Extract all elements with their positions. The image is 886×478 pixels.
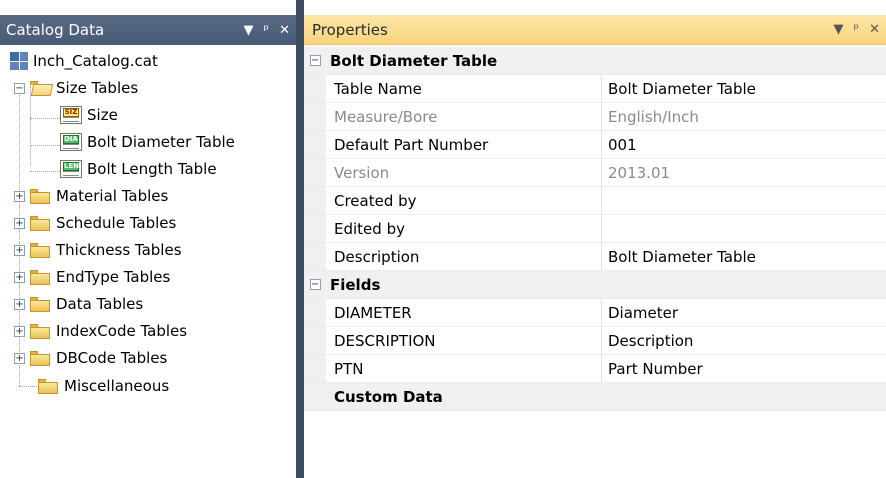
folder-icon bbox=[29, 323, 51, 340]
property-value[interactable]: Bolt Diameter Table bbox=[602, 243, 886, 270]
category-row[interactable]: − Bolt Diameter Table bbox=[304, 47, 886, 75]
collapse-icon[interactable]: − bbox=[309, 279, 321, 290]
property-name: Default Part Number bbox=[326, 131, 602, 158]
folder-icon bbox=[29, 188, 51, 205]
folder-icon bbox=[29, 242, 51, 259]
collapse-icon[interactable]: − bbox=[309, 55, 321, 66]
tree-item-folder[interactable]: + Thickness Tables bbox=[14, 237, 182, 263]
tree-item-folder[interactable]: + Data Tables bbox=[14, 291, 143, 317]
property-row[interactable]: Measure/Bore English/Inch bbox=[304, 103, 886, 131]
expand-icon[interactable]: + bbox=[14, 217, 25, 229]
category-row[interactable]: − Fields bbox=[304, 271, 886, 299]
tree-item-folder[interactable]: + IndexCode Tables bbox=[14, 318, 187, 344]
folder-icon bbox=[29, 296, 51, 313]
open-folder-icon bbox=[29, 80, 54, 97]
properties-title: Properties bbox=[312, 20, 388, 39]
category-row[interactable]: Custom Data bbox=[304, 383, 886, 411]
properties-panel: Properties ▼ ᵖ ✕ − Bolt Diameter Table T… bbox=[304, 0, 886, 478]
catalog-file-icon bbox=[10, 52, 28, 70]
property-value[interactable]: Part Number bbox=[602, 355, 886, 382]
property-row[interactable]: Table Name Bolt Diameter Table bbox=[304, 75, 886, 103]
property-name: Measure/Bore bbox=[326, 103, 602, 130]
folder-icon bbox=[29, 269, 51, 286]
catalog-data-panel: Catalog Data ▼ ᵖ ✕ Inch_Catalog.cat − Si… bbox=[0, 0, 296, 478]
property-row[interactable]: Edited by bbox=[304, 215, 886, 243]
tree-item-bolt-diameter-table[interactable]: DIA Bolt Diameter Table bbox=[60, 129, 235, 155]
category-label: Bolt Diameter Table bbox=[330, 51, 498, 70]
pin-icon[interactable]: ᵖ bbox=[264, 24, 270, 37]
category-label: Custom Data bbox=[334, 387, 443, 406]
folder-icon bbox=[29, 350, 51, 367]
close-icon[interactable]: ✕ bbox=[869, 23, 880, 36]
dropdown-arrow-icon[interactable]: ▼ bbox=[834, 23, 844, 36]
close-icon[interactable]: ✕ bbox=[279, 24, 290, 37]
catalog-data-title: Catalog Data bbox=[6, 21, 105, 39]
property-row[interactable]: DIAMETER Diameter bbox=[304, 299, 886, 327]
tree-item-size-tables[interactable]: − Size Tables bbox=[14, 75, 138, 101]
catalog-data-header: Catalog Data ▼ ᵖ ✕ bbox=[0, 15, 296, 45]
tree-item-label: DBCode Tables bbox=[56, 349, 168, 367]
property-name: Table Name bbox=[326, 75, 602, 102]
expand-icon[interactable]: + bbox=[14, 325, 25, 337]
property-name: DESCRIPTION bbox=[326, 327, 602, 354]
expand-icon[interactable]: + bbox=[14, 244, 25, 256]
property-row[interactable]: Created by bbox=[304, 187, 886, 215]
tree-item-size[interactable]: SIZ Size bbox=[60, 102, 118, 128]
property-row[interactable]: PTN Part Number bbox=[304, 355, 886, 383]
folder-icon bbox=[29, 215, 51, 232]
expand-icon[interactable]: + bbox=[14, 298, 25, 310]
tree-item-label: Schedule Tables bbox=[56, 214, 177, 232]
property-row[interactable]: DESCRIPTION Description bbox=[304, 327, 886, 355]
tree-item-label: Bolt Diameter Table bbox=[87, 133, 235, 151]
tree-item-label: Inch_Catalog.cat bbox=[33, 52, 158, 70]
table-icon: SIZ bbox=[60, 106, 82, 124]
property-row[interactable]: Description Bolt Diameter Table bbox=[304, 243, 886, 271]
tree-item-folder[interactable]: + EndType Tables bbox=[14, 264, 170, 290]
property-row[interactable]: Version 2013.01 bbox=[304, 159, 886, 187]
property-name: Edited by bbox=[326, 215, 602, 242]
expand-icon[interactable]: + bbox=[14, 190, 25, 202]
property-grid: − Bolt Diameter Table Table Name Bolt Di… bbox=[304, 47, 886, 411]
property-name: DIAMETER bbox=[326, 299, 602, 326]
dropdown-arrow-icon[interactable]: ▼ bbox=[244, 24, 254, 37]
property-value[interactable]: Bolt Diameter Table bbox=[602, 75, 886, 102]
panel-splitter[interactable] bbox=[296, 0, 304, 478]
property-value: English/Inch bbox=[608, 107, 699, 126]
tree-item-miscellaneous[interactable]: Miscellaneous bbox=[37, 373, 169, 399]
pin-icon[interactable]: ᵖ bbox=[854, 23, 860, 36]
folder-icon bbox=[37, 378, 59, 395]
tree-item-label: Size Tables bbox=[56, 79, 139, 97]
tree-item-label: Material Tables bbox=[56, 187, 169, 205]
property-value[interactable]: Description bbox=[602, 327, 886, 354]
property-value: 2013.01 bbox=[608, 163, 671, 182]
expand-icon[interactable]: + bbox=[14, 352, 25, 364]
tree-item-label: Bolt Length Table bbox=[87, 160, 217, 178]
property-value[interactable]: 001 bbox=[602, 131, 886, 158]
property-value[interactable] bbox=[602, 187, 886, 214]
tree-item-folder[interactable]: + DBCode Tables bbox=[14, 345, 167, 371]
tree-item-bolt-length-table[interactable]: LEN Bolt Length Table bbox=[60, 156, 217, 182]
category-label: Fields bbox=[330, 275, 381, 294]
tree-item-label: EndType Tables bbox=[56, 268, 171, 286]
property-value[interactable]: Diameter bbox=[602, 299, 886, 326]
tree-item-label: Miscellaneous bbox=[64, 377, 170, 395]
tree-item-folder[interactable]: + Schedule Tables bbox=[14, 210, 176, 236]
tree-item-root[interactable]: Inch_Catalog.cat bbox=[10, 48, 158, 74]
property-name: Created by bbox=[326, 187, 602, 214]
tree-item-label: Data Tables bbox=[56, 295, 144, 313]
property-name: Description bbox=[326, 243, 602, 270]
property-row[interactable]: Default Part Number 001 bbox=[304, 131, 886, 159]
property-value[interactable] bbox=[602, 215, 886, 242]
properties-header: Properties ▼ ᵖ ✕ bbox=[304, 15, 886, 45]
property-name: Version bbox=[326, 159, 602, 186]
tree-item-label: Size bbox=[87, 106, 118, 124]
table-icon: LEN bbox=[60, 160, 82, 178]
expand-icon[interactable]: + bbox=[14, 271, 25, 283]
tree-item-folder[interactable]: + Material Tables bbox=[14, 183, 168, 209]
collapse-icon[interactable]: − bbox=[14, 82, 25, 94]
table-icon: DIA bbox=[60, 133, 82, 151]
tree-item-label: Thickness Tables bbox=[56, 241, 182, 259]
property-name: PTN bbox=[326, 355, 602, 382]
tree-item-label: IndexCode Tables bbox=[56, 322, 188, 340]
